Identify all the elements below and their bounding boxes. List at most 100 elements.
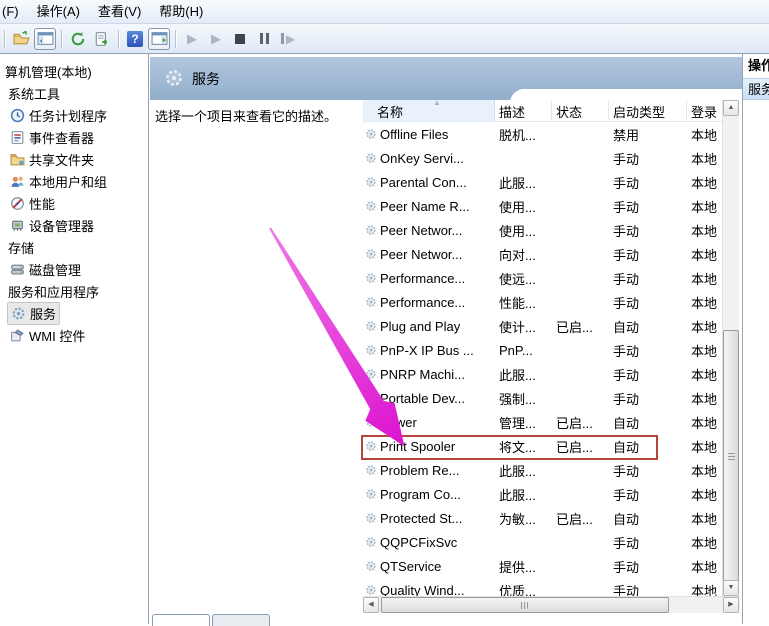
tab-standard-view[interactable] — [212, 614, 270, 626]
service-gear-icon — [365, 464, 377, 476]
sidebar-item--[interactable]: 设备管理器 — [0, 214, 148, 236]
service-gear-icon — [365, 344, 377, 356]
service-name: Protected St... — [363, 511, 495, 526]
service-description: 管理... — [495, 413, 552, 432]
service-row[interactable]: Peer Networ...使用...手动本地 — [363, 218, 722, 242]
list-header: 名称 ▲ 描述 状态 启动类型 登录 — [363, 100, 722, 122]
scroll-grip — [521, 602, 530, 609]
pause-service-icon[interactable] — [253, 28, 275, 50]
scroll-up-button[interactable]: ▲ — [723, 100, 739, 116]
service-row[interactable]: Performance...性能...手动本地 — [363, 290, 722, 314]
service-row[interactable]: Program Co...此服...手动本地 — [363, 482, 722, 506]
sidebar-item--[interactable]: 性能 — [0, 192, 148, 214]
column-header-logon-as[interactable]: 登录 — [687, 100, 722, 121]
service-name: Performance... — [363, 271, 495, 286]
action-pane-toggle-icon[interactable] — [148, 28, 170, 50]
service-row[interactable]: Portable Dev...强制...手动本地 — [363, 386, 722, 410]
service-name: PNRP Machi... — [363, 367, 495, 382]
service-startup-type: 手动 — [609, 341, 687, 360]
sidebar-item--[interactable]: 任务计划程序 — [0, 104, 148, 126]
service-description: 此服... — [495, 365, 552, 384]
service-row[interactable]: Parental Con...此服...手动本地 — [363, 170, 722, 194]
list-rows: Offline Files脱机...禁用本地OnKey Servi...手动本地… — [363, 122, 722, 596]
actions-section-services[interactable]: 服务 — [743, 78, 769, 100]
services-gear-icon — [164, 68, 184, 91]
sidebar-item--[interactable]: 存储 — [0, 236, 148, 258]
sidebar-item--[interactable]: 共享文件夹 — [0, 148, 148, 170]
open-folder-icon[interactable] — [10, 28, 32, 50]
vertical-scrollbar[interactable]: ▲ ▼ — [722, 100, 739, 596]
horizontal-scrollbar[interactable]: ◀ ▶ — [363, 596, 740, 613]
service-row[interactable]: PnP-X IP Bus ...PnP...手动本地 — [363, 338, 722, 362]
sidebar-item--[interactable]: 算机管理(本地) — [0, 60, 148, 82]
service-startup-type: 自动 — [609, 437, 687, 456]
start-service-icon[interactable]: ▶ — [181, 28, 203, 50]
menu-help[interactable]: 帮助(H) — [150, 2, 212, 22]
service-row[interactable]: Print Spooler将文...已启...自动本地 — [363, 434, 722, 458]
service-row[interactable]: Problem Re...此服...手动本地 — [363, 458, 722, 482]
column-header-name[interactable]: 名称 ▲ — [363, 100, 495, 121]
service-name: Program Co... — [363, 487, 495, 502]
tab-extended-view[interactable] — [152, 614, 210, 626]
sidebar-item-label: 存储 — [8, 238, 34, 257]
sidebar-item--[interactable]: 服务和应用程序 — [0, 280, 148, 302]
service-gear-icon — [365, 200, 377, 212]
service-name: Print Spooler — [363, 439, 495, 454]
service-row[interactable]: Peer Name R...使用...手动本地 — [363, 194, 722, 218]
service-gear-icon — [365, 320, 377, 332]
scroll-right-button[interactable]: ▶ — [723, 597, 739, 613]
menu-action[interactable]: 操作(A) — [28, 2, 89, 22]
refresh-icon[interactable] — [67, 28, 89, 50]
service-logon-as: 本地 — [687, 221, 722, 240]
service-description: 使远... — [495, 269, 552, 288]
service-logon-as: 本地 — [687, 413, 722, 432]
sidebar-item--[interactable]: 磁盘管理 — [0, 258, 148, 280]
sidebar-item--[interactable]: 本地用户和组 — [0, 170, 148, 192]
column-header-description[interactable]: 描述 — [495, 100, 552, 121]
menu-file[interactable]: (F) — [0, 2, 28, 22]
sidebar-item--[interactable]: 服务 — [0, 302, 148, 324]
service-row[interactable]: Quality Wind...优质...手动本地 — [363, 578, 722, 596]
service-row[interactable]: Peer Networ...向对...手动本地 — [363, 242, 722, 266]
vertical-scroll-thumb[interactable] — [723, 330, 739, 582]
service-logon-as: 本地 — [687, 341, 722, 360]
service-row[interactable]: Protected St...为敏...已启...自动本地 — [363, 506, 722, 530]
service-row[interactable]: Plug and Play使计...已启...自动本地 — [363, 314, 722, 338]
service-row[interactable]: Power管理...已启...自动本地 — [363, 410, 722, 434]
service-gear-icon — [365, 416, 377, 428]
shared-folders-icon — [10, 152, 25, 167]
service-row[interactable]: PNRP Machi...此服...手动本地 — [363, 362, 722, 386]
resume-service-icon[interactable]: ▶ — [205, 28, 227, 50]
service-name: Peer Networ... — [363, 223, 495, 238]
horizontal-scroll-thumb[interactable] — [381, 597, 669, 613]
sidebar-item--[interactable]: 系统工具 — [0, 82, 148, 104]
service-gear-icon — [365, 176, 377, 188]
sidebar-item-wmi-[interactable]: WMI 控件 — [0, 324, 148, 346]
service-logon-as: 本地 — [687, 293, 722, 312]
scroll-down-button[interactable]: ▼ — [723, 580, 739, 596]
menu-view[interactable]: 查看(V) — [89, 2, 150, 22]
service-name: Offline Files — [363, 127, 495, 142]
service-row[interactable]: Offline Files脱机...禁用本地 — [363, 122, 722, 146]
service-row[interactable]: QTService提供...手动本地 — [363, 554, 722, 578]
console-tree-toggle-icon[interactable] — [34, 28, 56, 50]
service-name: Power — [363, 415, 495, 430]
service-row[interactable]: OnKey Servi...手动本地 — [363, 146, 722, 170]
scroll-left-button[interactable]: ◀ — [363, 597, 379, 613]
column-header-status[interactable]: 状态 — [552, 100, 609, 121]
service-logon-as: 本地 — [687, 149, 722, 168]
service-row[interactable]: Performance...使远...手动本地 — [363, 266, 722, 290]
column-header-startup-type[interactable]: 启动类型 — [609, 100, 687, 121]
service-name: Quality Wind... — [363, 583, 495, 597]
service-row[interactable]: QQPCFixSvc手动本地 — [363, 530, 722, 554]
export-list-icon[interactable] — [91, 28, 113, 50]
sidebar-item--[interactable]: 事件查看器 — [0, 126, 148, 148]
service-description: 使用... — [495, 221, 552, 240]
stop-service-icon[interactable] — [229, 28, 251, 50]
service-description: 此服... — [495, 485, 552, 504]
restart-service-icon[interactable]: ▶ — [277, 28, 299, 50]
sidebar-item-label: 性能 — [29, 194, 55, 213]
help-icon[interactable]: ? — [124, 28, 146, 50]
service-gear-icon — [365, 248, 377, 260]
service-logon-as: 本地 — [687, 581, 722, 597]
